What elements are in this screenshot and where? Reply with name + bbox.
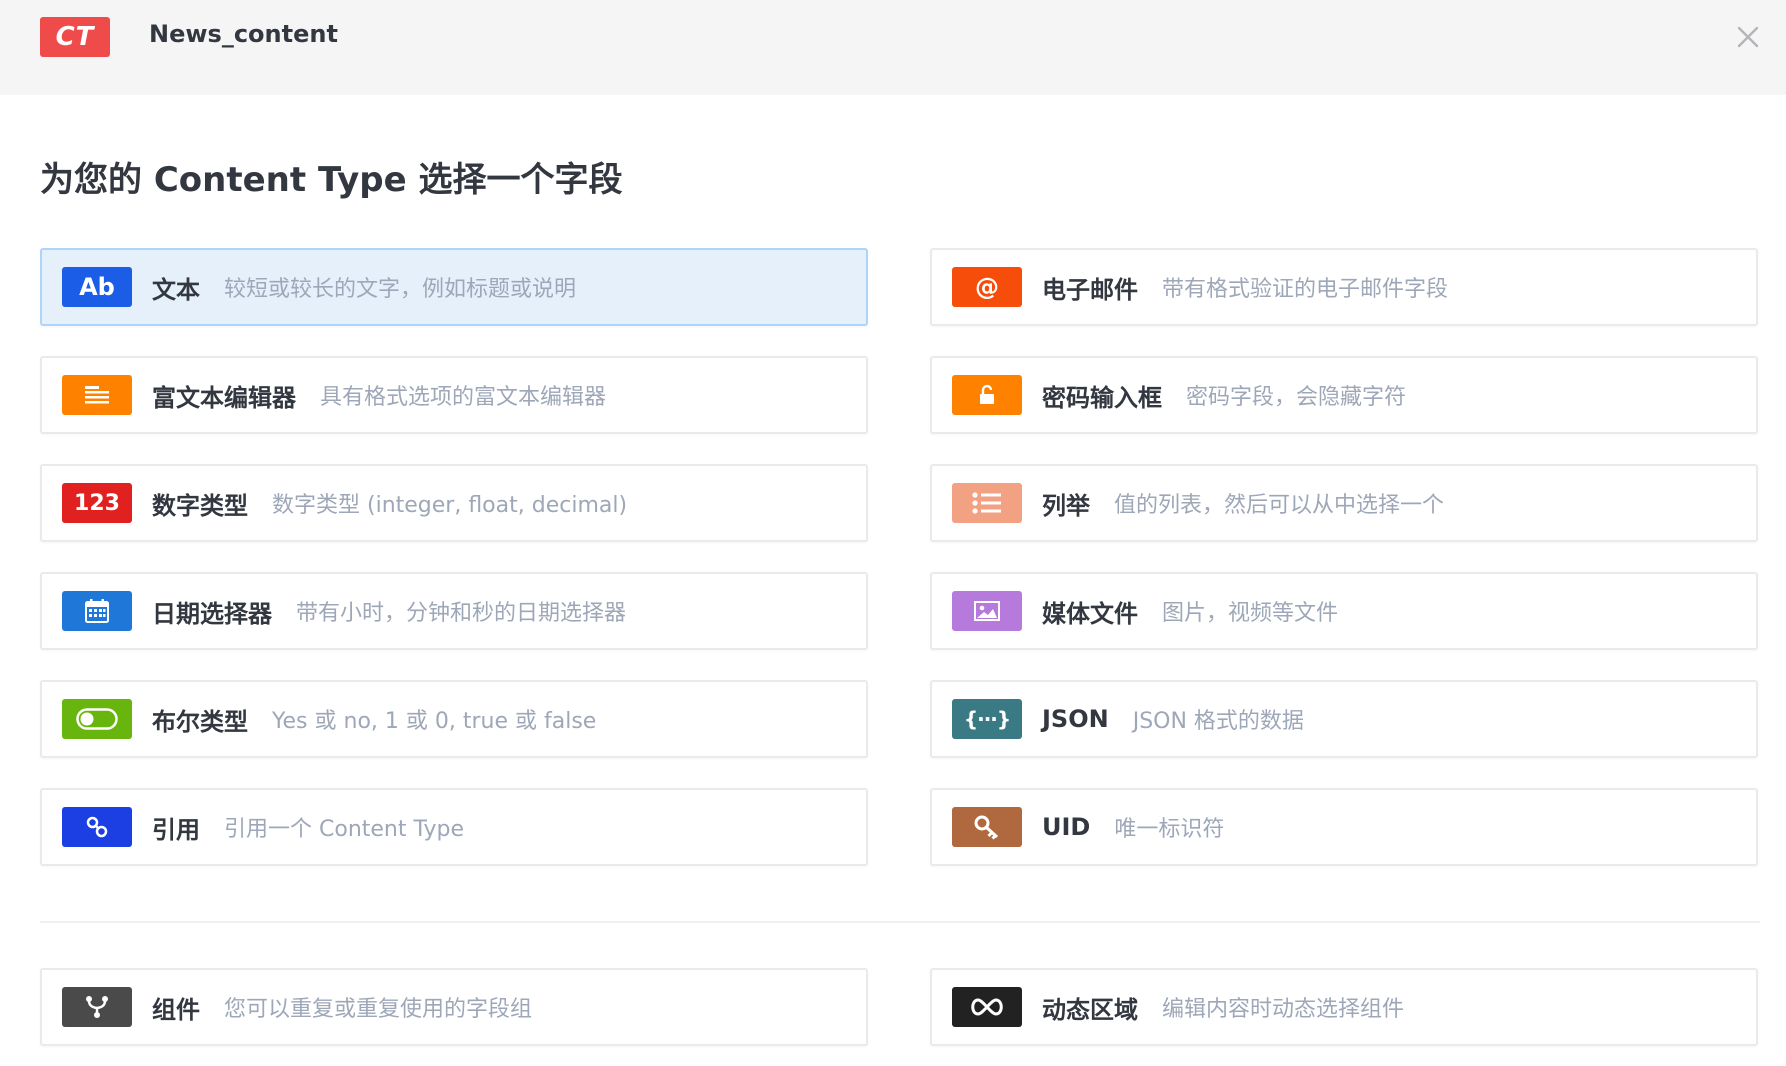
field-type-name: 文本 (152, 275, 200, 304)
header-title: News_content (149, 20, 338, 48)
field-type-card-json[interactable]: {···} JSON JSON 格式的数据 (930, 680, 1758, 758)
field-type-card-date[interactable]: 日期选择器 带有小时，分钟和秒的日期选择器 (40, 572, 868, 650)
field-type-card-richtext[interactable]: 富文本编辑器 具有格式选项的富文本编辑器 (40, 356, 868, 434)
close-button[interactable] (1733, 22, 1763, 52)
divider (40, 921, 1760, 923)
lock-icon (952, 375, 1022, 415)
field-type-name: 密码输入框 (1042, 383, 1162, 412)
field-type-description: 较短或较长的文字，例如标题或说明 (224, 277, 577, 302)
field-type-description: 数字类型 (integer, float, decimal) (272, 493, 628, 518)
infinity-icon (952, 987, 1022, 1027)
field-type-name: 媒体文件 (1042, 599, 1138, 628)
field-type-card-password[interactable]: 密码输入框 密码字段，会隐藏字符 (930, 356, 1758, 434)
braces-icon: {···} (952, 699, 1022, 739)
at-sign-icon: @ (952, 267, 1022, 307)
toggle-icon (62, 699, 132, 739)
field-type-description: 带有格式验证的电子邮件字段 (1162, 277, 1449, 302)
field-type-name: UID (1042, 813, 1091, 841)
field-type-card-relation[interactable]: 引用 引用一个 Content Type (40, 788, 868, 866)
field-type-card-text[interactable]: Ab 文本 较短或较长的文字，例如标题或说明 (40, 248, 868, 326)
key-icon (952, 807, 1022, 847)
field-type-description: 唯一标识符 (1114, 817, 1225, 842)
image-icon (952, 591, 1022, 631)
content-type-badge: CT (40, 17, 110, 57)
field-type-name: 动态区域 (1042, 995, 1138, 1024)
calendar-icon (62, 591, 132, 631)
field-type-name: JSON (1042, 705, 1109, 733)
field-type-description: Yes 或 no, 1 或 0, true 或 false (272, 709, 597, 734)
field-type-description: 您可以重复或重复使用的字段组 (224, 997, 533, 1022)
field-type-description: 值的列表，然后可以从中选择一个 (1114, 493, 1445, 518)
field-type-card-component[interactable]: 组件 您可以重复或重复使用的字段组 (40, 968, 868, 1046)
field-type-card-uid[interactable]: UID 唯一标识符 (930, 788, 1758, 866)
field-type-name: 数字类型 (152, 491, 248, 520)
close-icon (1737, 26, 1759, 48)
field-type-name: 组件 (152, 995, 200, 1024)
field-type-description: 密码字段，会隐藏字符 (1186, 385, 1407, 410)
field-type-description: 编辑内容时动态选择组件 (1162, 997, 1405, 1022)
field-type-name: 引用 (152, 815, 200, 844)
fork-icon (62, 987, 132, 1027)
field-type-card-dynamiczone[interactable]: 动态区域 编辑内容时动态选择组件 (930, 968, 1758, 1046)
link-icon (62, 807, 132, 847)
field-type-card-email[interactable]: @ 电子邮件 带有格式验证的电子邮件字段 (930, 248, 1758, 326)
text-icon: Ab (62, 267, 132, 307)
field-type-card-boolean[interactable]: 布尔类型 Yes 或 no, 1 或 0, true 或 false (40, 680, 868, 758)
field-type-description: 具有格式选项的富文本编辑器 (320, 385, 607, 410)
field-type-name: 电子邮件 (1042, 275, 1138, 304)
field-type-name: 列举 (1042, 491, 1090, 520)
field-type-name: 布尔类型 (152, 707, 248, 736)
field-type-card-media[interactable]: 媒体文件 图片，视频等文件 (930, 572, 1758, 650)
field-type-card-enum[interactable]: 列举 值的列表，然后可以从中选择一个 (930, 464, 1758, 542)
field-type-name: 富文本编辑器 (152, 383, 296, 412)
field-type-description: 带有小时，分钟和秒的日期选择器 (296, 601, 627, 626)
field-type-card-number[interactable]: 123 数字类型 数字类型 (integer, float, decimal) (40, 464, 868, 542)
number-icon: 123 (62, 483, 132, 523)
page-title: 为您的 Content Type 选择一个字段 (40, 160, 623, 200)
field-type-description: 图片，视频等文件 (1162, 601, 1339, 626)
list-icon (952, 483, 1022, 523)
field-type-name: 日期选择器 (152, 599, 272, 628)
modal-header: CT News_content (0, 0, 1786, 95)
field-type-description: 引用一个 Content Type (224, 817, 465, 842)
align-left-icon (62, 375, 132, 415)
field-type-description: JSON 格式的数据 (1132, 709, 1304, 734)
